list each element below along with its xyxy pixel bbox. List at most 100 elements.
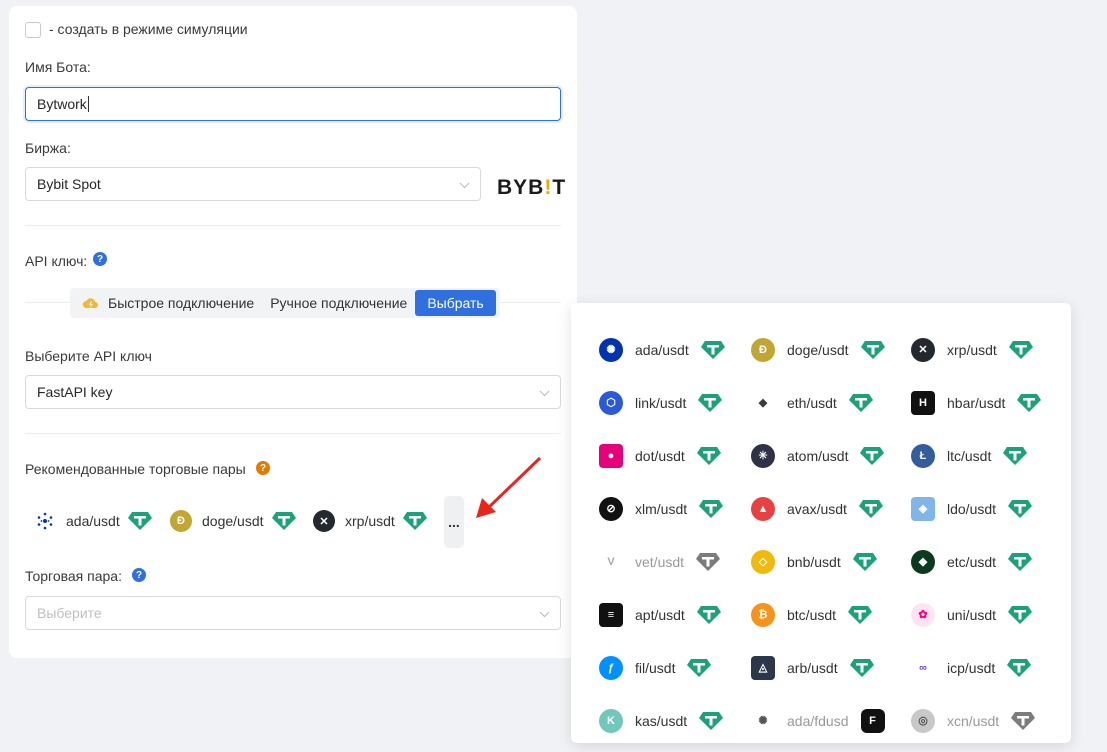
select-api-label: Выберите API ключ [25,348,152,364]
pair-option[interactable]: ✺ ada/usdt [599,323,751,376]
pair-option[interactable]: ≡ apt/usdt [599,588,751,641]
pair-option[interactable]: Vvet/usdt [599,535,751,588]
simulation-checkbox[interactable] [25,22,41,38]
tab-quick-connect[interactable]: Быстрое подключение [74,290,262,316]
uniswap-icon: ✿ [911,602,935,627]
pair-option-label: icp/usdt [947,659,996,676]
recommended-pair-doge[interactable]: Ð doge/usdt [170,510,296,532]
tether-icon-wrap [1011,711,1036,731]
litecoin-icon: Ł [911,443,935,468]
tether-icon [860,446,885,465]
tether-icon-wrap [1008,499,1033,519]
pair-option-label: fil/usdt [635,659,676,676]
bot-name-input[interactable]: Bytwork [25,87,561,121]
pair-option-label: xcn/usdt [947,712,1000,729]
recommended-pair-xrp[interactable]: ✕ xrp/usdt [313,510,427,532]
pair-option[interactable]: Kkas/usdt [599,694,751,747]
tab-manual-connect[interactable]: Ручное подключение [262,290,415,316]
quick-connect-cloud-icon [82,298,98,308]
simulation-label: - создать в режиме симуляции [49,21,248,37]
tab-select[interactable]: Выбрать [415,290,496,316]
tab-quick-connect-label: Быстрое подключение [108,295,255,311]
bnb-icon: ◇ [751,549,775,574]
filecoin-icon: ƒ [599,655,623,680]
pair-option[interactable]: ▲ avax/usdt [751,482,911,535]
pair-option-label: bnb/usdt [787,553,841,570]
tether-icon [848,393,873,412]
pair-option[interactable]: ✺ ada/fdusd F [751,694,911,747]
pair-option[interactable]: ƒ fil/usdt [599,641,751,694]
chevron-down-icon [539,386,550,397]
tether-icon-wrap [849,658,874,678]
more-pairs-button[interactable]: ... [444,496,464,548]
tether-icon [1003,446,1028,465]
help-icon[interactable]: ? [93,252,107,266]
pair-option-label: atom/usdt [787,447,849,464]
hedera-icon: H [911,390,935,415]
pair-option-label: ldo/usdt [947,500,997,517]
tether-icon [699,499,724,518]
lido-icon: ◈ [911,496,935,521]
tether-icon-wrap [1017,393,1042,413]
api-key-value: FastAPI key [37,384,113,400]
tether-icon [860,340,885,359]
pair-option[interactable]: ∞ icp/usdt [911,641,1071,694]
pairs-popup: ✺ ada/usdt Ðdoge/usdt ✕ xrp/usdt ⬡ link/usdt ◆ e… [571,303,1071,743]
help-icon[interactable]: ? [256,461,270,475]
trading-pair-label: Торговая пара: [25,568,122,584]
pair-option-label: kas/usdt [635,712,688,729]
tether-icon [1007,658,1032,677]
pair-option[interactable]: ⊘ xlm/usdt [599,482,751,535]
bot-name-value: Bytwork [37,96,87,112]
recommended-pair-ada[interactable]: ada/usdt [34,510,152,532]
tether-icon [1008,552,1033,571]
tether-icon-wrap [699,711,724,731]
pair-option[interactable]: Łltc/usdt [911,429,1071,482]
pair-option[interactable]: ◆ eth/usdt [751,376,911,429]
pair-option[interactable]: ✳ atom/usdt [751,429,911,482]
exchange-select[interactable]: Bybit Spot [25,167,481,201]
tether-icon-wrap [696,446,721,466]
tether-icon [698,393,723,412]
tether-icon-wrap [696,605,721,625]
pair-option-label: xrp/usdt [947,341,997,358]
pair-option[interactable]: Ðdoge/usdt [751,323,911,376]
tether-icon-wrap [860,446,885,466]
tether-icon [696,552,721,571]
pair-option[interactable]: ✕ xrp/usdt [911,323,1071,376]
pair-option[interactable]: ◬ arb/usdt [751,641,911,694]
tether-icon-wrap [860,340,885,360]
trading-pair-placeholder: Выберите [37,605,102,621]
pair-option[interactable]: ◈ ldo/usdt [911,482,1071,535]
tether-icon [849,658,874,677]
tether-icon-wrap [1008,340,1033,360]
polkadot-icon: ● [599,443,623,468]
tether-icon [1008,605,1033,624]
pair-option[interactable]: ◎ xcn/usdt [911,694,1071,747]
pair-option-label: eth/usdt [787,394,837,411]
pair-option-label: arb/usdt [787,659,838,676]
pair-option[interactable]: ● dot/usdt [599,429,751,482]
icp-icon: ∞ [911,655,935,680]
pair-option[interactable]: ✿ uni/usdt [911,588,1071,641]
exchange-label: Биржа: [25,140,71,156]
pair-option[interactable]: ◆ etc/usdt [911,535,1071,588]
pair-option-label: vet/usdt [635,553,685,570]
pair-option[interactable]: ⬡ link/usdt [599,376,751,429]
chevron-down-icon [539,607,550,618]
tether-icon [700,340,725,359]
trading-pair-select[interactable]: Выберите [25,596,561,630]
pair-option[interactable]: ₿ btc/usdt [751,588,911,641]
tether-icon-wrap [1003,446,1028,466]
avalanche-icon: ▲ [751,496,775,521]
help-icon[interactable]: ? [132,568,146,582]
bot-name-label: Имя Бота: [25,59,91,75]
pair-option-label: doge/usdt [787,341,849,358]
doge-icon: Ð [751,337,775,362]
api-key-select[interactable]: FastAPI key [25,375,561,409]
pair-option-label: dot/usdt [635,447,685,464]
pair-option[interactable]: ◇ bnb/usdt [751,535,911,588]
pair-option-label: ada/usdt [635,341,689,358]
pair-option[interactable]: Hhbar/usdt [911,376,1071,429]
chevron-down-icon [459,178,470,189]
